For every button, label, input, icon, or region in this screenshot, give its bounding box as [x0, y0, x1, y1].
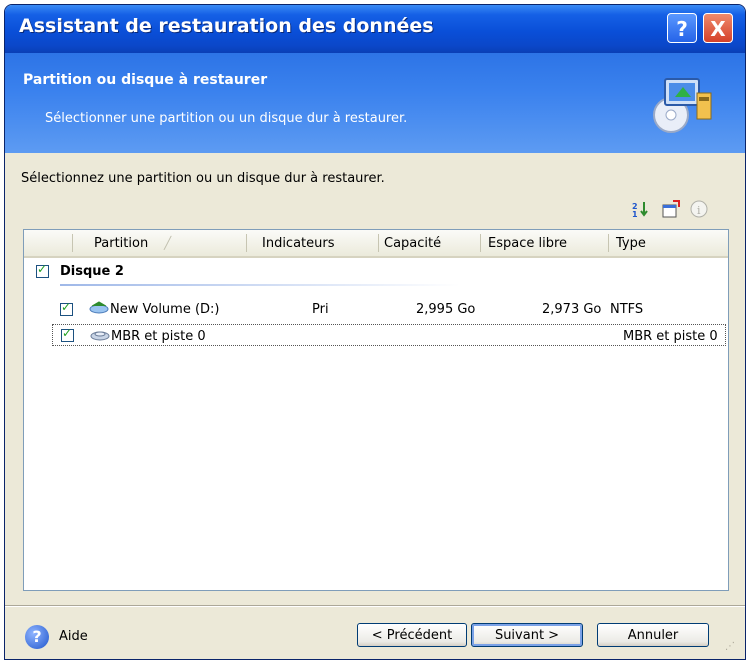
- row-flags: Pri: [312, 302, 329, 317]
- table-row[interactable]: New Volume (D:) Pri 2,995 Go 2,973 Go NT…: [52, 298, 726, 320]
- disk-checkbox[interactable]: [36, 262, 49, 278]
- mbr-icon: [90, 331, 110, 341]
- info-icon[interactable]: i: [689, 199, 709, 219]
- properties-icon[interactable]: [661, 199, 681, 219]
- help-title-button[interactable]: ?: [667, 13, 697, 43]
- table-row[interactable]: MBR et piste 0 MBR et piste 0: [52, 324, 726, 346]
- row-partition-name: MBR et piste 0: [111, 329, 206, 344]
- disk-group-row[interactable]: Disque 2: [24, 258, 728, 284]
- column-separator: [378, 234, 379, 252]
- help-icon[interactable]: ?: [25, 625, 49, 649]
- svg-text:i: i: [697, 204, 701, 217]
- next-button[interactable]: Suivant >: [471, 623, 583, 647]
- row-checkbox[interactable]: [60, 300, 73, 316]
- partition-list[interactable]: Partition ╱ Indicateurs Capacité Espace …: [23, 229, 729, 591]
- header-subtitle: Sélectionner une partition ou un disque …: [45, 111, 408, 126]
- column-flags[interactable]: Indicateurs: [262, 236, 335, 251]
- group-divider: [60, 284, 460, 286]
- window-title: Assistant de restauration des données: [19, 15, 434, 37]
- cancel-button[interactable]: Annuler: [597, 623, 709, 647]
- column-partition[interactable]: Partition: [94, 236, 148, 251]
- row-capacity: 2,995 Go: [416, 302, 476, 317]
- column-capacity[interactable]: Capacité: [384, 236, 441, 251]
- instruction-text: Sélectionnez une partition ou un disque …: [21, 171, 385, 186]
- wizard-window: Assistant de restauration des données ? …: [4, 4, 746, 660]
- resize-grip-icon[interactable]: ⋰: [725, 641, 739, 655]
- header-title: Partition ou disque à restaurer: [23, 72, 268, 88]
- volume-icon: [89, 301, 109, 314]
- wizard-header: Partition ou disque à restaurer Sélectio…: [5, 53, 745, 153]
- help-link[interactable]: Aide: [59, 629, 88, 644]
- close-button[interactable]: X: [703, 13, 733, 43]
- row-checkbox[interactable]: [61, 326, 74, 342]
- row-free-space: 2,973 Go: [542, 302, 602, 317]
- disk-label: Disque 2: [60, 264, 124, 279]
- sort-icon[interactable]: 2 1: [631, 199, 651, 219]
- column-free-space[interactable]: Espace libre: [488, 236, 567, 251]
- column-separator: [246, 234, 247, 252]
- column-separator: [608, 234, 609, 252]
- back-button[interactable]: < Précédent: [357, 623, 467, 647]
- list-header: Partition ╱ Indicateurs Capacité Espace …: [24, 230, 728, 258]
- column-type[interactable]: Type: [616, 236, 646, 251]
- column-separator: [480, 234, 481, 252]
- footer-divider-highlight: [5, 606, 745, 607]
- sort-ascending-icon: ╱: [164, 236, 172, 250]
- svg-text:1: 1: [632, 210, 638, 219]
- row-partition-name: New Volume (D:): [110, 302, 220, 317]
- column-separator: [72, 234, 73, 252]
- restore-wizard-icon: [653, 78, 712, 133]
- title-bar[interactable]: Assistant de restauration des données ? …: [5, 5, 745, 53]
- row-type: MBR et piste 0: [623, 329, 718, 344]
- row-type: NTFS: [610, 302, 644, 317]
